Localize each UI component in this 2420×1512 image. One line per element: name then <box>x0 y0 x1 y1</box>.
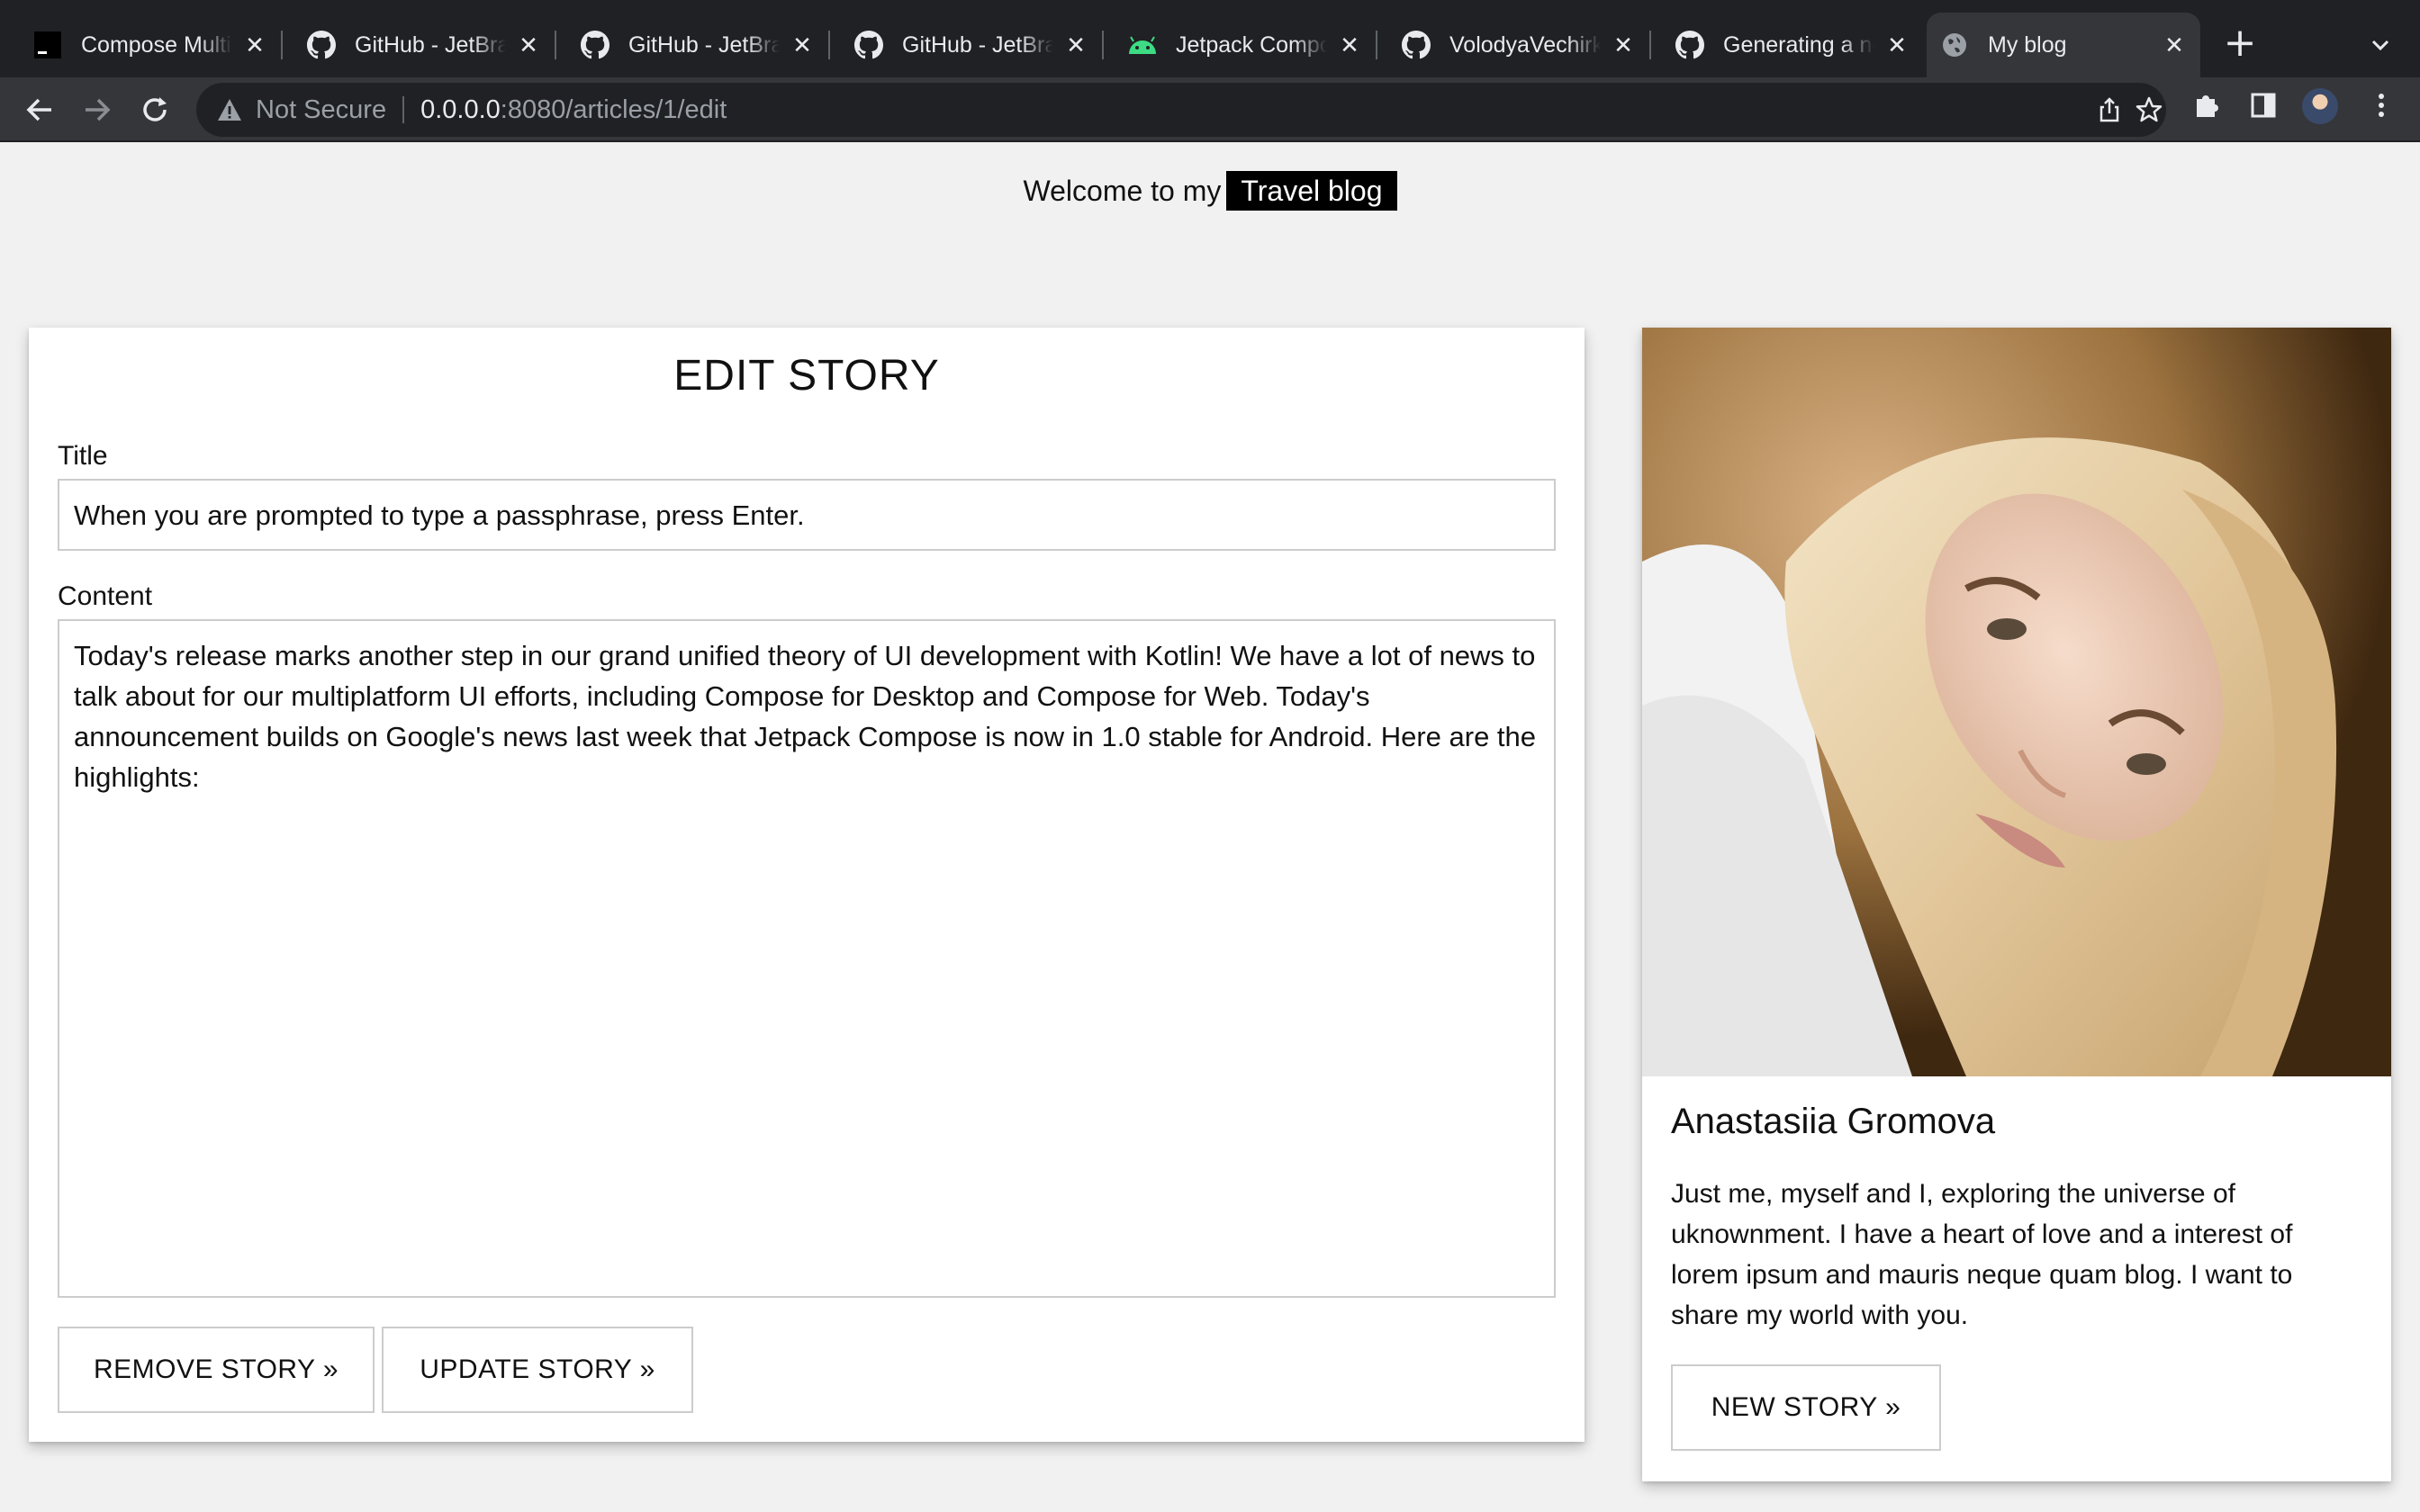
browser-tab[interactable]: VolodyaVechirk ✕ <box>1388 13 1651 77</box>
tab-title: My blog <box>1988 32 2067 58</box>
browser-tab[interactable]: GitHub - JetBra ✕ <box>293 13 556 77</box>
author-bio: Just me, myself and I, exploring the uni… <box>1671 1179 2293 1330</box>
share-icon[interactable] <box>2096 96 2123 123</box>
github-icon <box>1401 30 1431 60</box>
tab-title: Compose Multi <box>81 32 231 58</box>
update-story-button[interactable]: UPDATE STORY » <box>382 1327 693 1413</box>
github-icon <box>306 30 337 60</box>
welcome-text: Welcome to my <box>1023 175 1222 207</box>
browser-tab[interactable]: Generating a ne ✕ <box>1662 13 1923 77</box>
github-icon <box>1675 30 1705 60</box>
close-tab-icon[interactable]: ✕ <box>1336 32 1363 58</box>
page-title: EDIT STORY <box>673 352 940 400</box>
profile-avatar[interactable] <box>2302 88 2338 124</box>
chevron-down-icon[interactable] <box>2362 27 2398 63</box>
tab-title: Generating a ne <box>1723 32 1874 58</box>
browser-tab[interactable]: GitHub - JetBra ✕ <box>567 13 830 77</box>
tab-title: VolodyaVechirk <box>1449 32 1601 58</box>
back-arrow-icon[interactable] <box>20 90 59 130</box>
url-host: 0.0.0.0 <box>420 94 501 124</box>
side-panel-icon[interactable] <box>2248 90 2280 122</box>
new-story-button[interactable]: NEW STORY » <box>1671 1364 1941 1451</box>
github-icon <box>853 30 884 60</box>
author-photo <box>1642 328 2391 1076</box>
browser-tab-strip: Compose Multi ✕ GitHub - JetBra ✕ GitHub… <box>0 0 2420 77</box>
browser-toolbar: Not Secure 0.0.0.0 :8080/articles/1/edit <box>0 77 2420 142</box>
browser-tab[interactable]: Compose Multi ✕ <box>20 13 283 77</box>
edit-story-card: EDIT STORY Title When you are prompted t… <box>29 328 1585 1442</box>
browser-tab-active[interactable]: My blog ✕ <box>1927 13 2200 77</box>
url-path: :8080/articles/1/edit <box>500 94 727 124</box>
terminal-icon <box>32 30 63 60</box>
author-name: Anastasiia Gromova <box>1671 1102 1996 1141</box>
browser-tab[interactable]: Jetpack Compo ✕ <box>1115 13 1377 77</box>
address-bar[interactable]: Not Secure 0.0.0.0 :8080/articles/1/edit <box>196 83 2166 137</box>
tab-title: GitHub - JetBra <box>902 32 1053 58</box>
author-card: Anastasiia Gromova Just me, myself and I… <box>1642 328 2391 1481</box>
close-tab-icon[interactable]: ✕ <box>1062 32 1089 58</box>
close-tab-icon[interactable]: ✕ <box>789 32 816 58</box>
browser-tab[interactable]: GitHub - JetBra ✕ <box>841 13 1104 77</box>
close-tab-icon[interactable]: ✕ <box>2161 32 2188 58</box>
title-label: Title <box>58 441 108 471</box>
globe-icon <box>1939 30 1970 60</box>
content-label: Content <box>58 581 153 611</box>
extensions-puzzle-icon[interactable] <box>2191 90 2224 122</box>
content-textarea[interactable]: Today's release marks another step in ou… <box>58 619 1556 1298</box>
kebab-menu-icon[interactable] <box>2366 90 2398 122</box>
close-tab-icon[interactable]: ✕ <box>241 32 268 58</box>
security-label[interactable]: Not Secure <box>256 95 386 125</box>
tab-title: GitHub - JetBra <box>355 32 506 58</box>
bookmark-star-icon[interactable] <box>2136 96 2163 123</box>
reload-icon[interactable] <box>135 90 175 130</box>
forward-arrow-icon[interactable] <box>77 90 117 130</box>
close-tab-icon[interactable]: ✕ <box>1610 32 1637 58</box>
site-header: Welcome to my Travel blog <box>0 171 2420 211</box>
title-input[interactable]: When you are prompted to type a passphra… <box>58 479 1556 551</box>
new-tab-icon[interactable]: + <box>2220 23 2260 63</box>
tab-title: Jetpack Compo <box>1176 32 1327 58</box>
warning-icon[interactable] <box>216 96 243 123</box>
github-icon <box>580 30 610 60</box>
remove-story-button[interactable]: REMOVE STORY » <box>58 1327 375 1413</box>
android-icon <box>1127 30 1158 60</box>
close-tab-icon[interactable]: ✕ <box>1883 32 1910 58</box>
brand-badge: Travel blog <box>1226 171 1397 211</box>
tab-title: GitHub - JetBra <box>628 32 780 58</box>
close-tab-icon[interactable]: ✕ <box>515 32 542 58</box>
